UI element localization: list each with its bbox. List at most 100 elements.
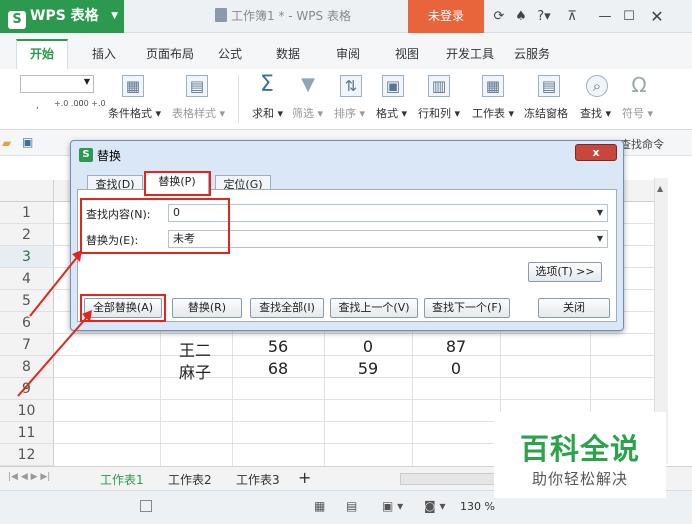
- row-header[interactable]: 1: [0, 202, 54, 224]
- row-header[interactable]: 10: [0, 400, 54, 422]
- replace-input[interactable]: 未考 ▼: [168, 230, 608, 248]
- conditional-format-button[interactable]: 条件格式 ▾: [108, 105, 161, 121]
- sort-button[interactable]: 排序 ▾: [334, 105, 365, 121]
- menu-tab-cloud[interactable]: 云服务: [514, 45, 550, 62]
- grid-line: [54, 333, 654, 334]
- page-break-view-icon[interactable]: ▤: [346, 499, 357, 513]
- dialog-body: 查找内容(N): 0 ▼ 替换为(E): 未考 ▼ 选项(T) >> 全部替换(A)…: [77, 189, 617, 322]
- font-size-select[interactable]: ▼: [20, 75, 94, 93]
- worksheet-button[interactable]: 工作表 ▾: [472, 105, 514, 121]
- conditional-format-icon: ▦: [122, 75, 144, 97]
- ribbon: ▼ , +.0 .00 .00 +.0 ▦ 条件格式 ▾ ▤ 表格样式 ▾ Σ …: [0, 69, 692, 130]
- sum-button[interactable]: 求和 ▾: [252, 105, 283, 121]
- menu-tab-formula[interactable]: 公式: [218, 45, 242, 62]
- row-header[interactable]: 2: [0, 224, 54, 246]
- options-button[interactable]: 选项(T) >>: [528, 262, 602, 282]
- minimize-icon[interactable]: —: [596, 0, 614, 33]
- menu-tab-insert[interactable]: 插入: [92, 45, 116, 62]
- normal-view-icon[interactable]: ▦: [314, 499, 325, 513]
- chevron-down-icon[interactable]: ▼: [597, 231, 603, 247]
- sum-icon: Σ: [260, 72, 274, 97]
- menu-tab-review[interactable]: 审阅: [336, 45, 360, 62]
- table-style-icon: ▤: [186, 75, 208, 97]
- save-icon[interactable]: ▣: [22, 135, 33, 149]
- menu-tab-developer[interactable]: 开发工具: [446, 45, 494, 62]
- cell-value[interactable]: 0: [333, 337, 403, 356]
- maximize-icon[interactable]: ☐: [620, 0, 638, 33]
- dialog-title: 替换: [97, 149, 122, 163]
- reading-view-icon[interactable]: ◙ ▾: [424, 499, 445, 513]
- row-header[interactable]: 11: [0, 422, 54, 444]
- row-header[interactable]: 6: [0, 312, 54, 334]
- help-icon[interactable]: ?▾: [532, 0, 556, 33]
- row-header[interactable]: 7: [0, 334, 54, 356]
- find-next-button[interactable]: 查找下一个(F): [424, 298, 510, 318]
- skin-icon[interactable]: ♠: [510, 0, 532, 33]
- row-header[interactable]: 5: [0, 290, 54, 312]
- cell-value[interactable]: 0: [421, 359, 491, 378]
- replace-dialog: S 替换 x 查找(D) 替换(P) 定位(G) 查找内容(N): 0 ▼ 替换为…: [70, 140, 624, 331]
- cell-name[interactable]: 王二: [160, 337, 230, 361]
- row-header[interactable]: 4: [0, 268, 54, 290]
- title-bar: S WPS 表格 ▼ 工作簿1 * - WPS 表格 未登录 ⟳ ♠ ?▾ ⊼ —…: [0, 0, 692, 33]
- find-previous-button[interactable]: 查找上一个(V): [330, 298, 418, 318]
- menu-tab-page-layout[interactable]: 页面布局: [146, 45, 194, 62]
- find-icon: ⌕: [586, 75, 608, 97]
- row-header[interactable]: 12: [0, 444, 54, 466]
- rows-cols-icon: ▥: [428, 75, 450, 97]
- watermark-subtitle: 助你轻松解决: [531, 470, 628, 488]
- close-icon[interactable]: ✕: [648, 0, 666, 33]
- find-input[interactable]: 0 ▼: [168, 204, 608, 222]
- cell-value[interactable]: 68: [243, 359, 313, 378]
- open-folder-icon[interactable]: ▰: [2, 136, 11, 150]
- filter-button[interactable]: 筛选 ▾: [292, 105, 323, 121]
- watermark: 百科全说 助你轻松解决: [494, 412, 666, 498]
- grid-line: [54, 399, 654, 400]
- pin-icon[interactable]: ⊼: [562, 0, 582, 33]
- row-header-selected[interactable]: 3: [0, 246, 54, 268]
- format-button[interactable]: 格式 ▾: [376, 105, 407, 121]
- login-button[interactable]: 未登录: [408, 0, 484, 33]
- cell-value[interactable]: 56: [243, 337, 313, 356]
- highlight-box: [144, 171, 211, 196]
- scroll-up-icon[interactable]: ▲: [657, 184, 663, 193]
- rows-cols-button[interactable]: 行和列 ▾: [418, 105, 460, 121]
- sync-icon[interactable]: ⟳: [490, 0, 508, 33]
- cell-value[interactable]: 59: [333, 359, 403, 378]
- zoom-level[interactable]: 130 %: [460, 500, 495, 513]
- chevron-down-icon[interactable]: ▼: [597, 205, 603, 221]
- layout-view-icon[interactable]: ▣ ▾: [382, 499, 403, 513]
- dialog-close-button[interactable]: x: [575, 144, 617, 161]
- select-all-corner[interactable]: [0, 180, 54, 202]
- add-sheet-button[interactable]: +: [298, 468, 311, 487]
- menu-tab-data[interactable]: 数据: [276, 45, 300, 62]
- app-name: WPS 表格: [30, 8, 99, 24]
- row-header[interactable]: 9: [0, 378, 54, 400]
- table-style-button[interactable]: 表格样式 ▾: [172, 105, 225, 121]
- sheet-tab-3[interactable]: 工作表3: [236, 471, 280, 488]
- sheet-tab-1[interactable]: 工作表1: [100, 471, 144, 488]
- sheet-nav-icons[interactable]: |◀ ◀ ▶ ▶|: [8, 472, 50, 482]
- highlight-box: [80, 294, 166, 322]
- comma-style-button[interactable]: ,: [36, 101, 39, 111]
- document-title: 工作簿1 * - WPS 表格: [215, 0, 351, 33]
- decrease-decimal-button[interactable]: .00 +.0: [76, 99, 106, 108]
- replace-button[interactable]: 替换(R): [172, 298, 242, 318]
- find-button[interactable]: 查找 ▾: [580, 105, 611, 121]
- worksheet-icon: ▦: [482, 75, 504, 97]
- symbol-button[interactable]: 符号 ▾: [622, 105, 653, 121]
- menu-tab-view[interactable]: 视图: [395, 45, 419, 62]
- page-icon: [140, 500, 152, 512]
- app-menu-button[interactable]: S WPS 表格 ▼: [0, 0, 124, 33]
- watermark-title: 百科全说: [519, 432, 640, 466]
- find-all-button[interactable]: 查找全部(I): [250, 298, 324, 318]
- sort-icon: ⇅: [340, 75, 362, 97]
- freeze-panes-button[interactable]: 冻结窗格: [524, 105, 568, 121]
- cell-value[interactable]: 87: [421, 337, 491, 356]
- close-button[interactable]: 关闭: [538, 298, 610, 318]
- cell-name[interactable]: 麻子: [160, 359, 230, 383]
- sheet-tab-2[interactable]: 工作表2: [168, 471, 212, 488]
- menu-tab-start[interactable]: 开始: [16, 39, 68, 69]
- row-header[interactable]: 8: [0, 356, 54, 378]
- horizontal-scrollbar[interactable]: [400, 473, 500, 485]
